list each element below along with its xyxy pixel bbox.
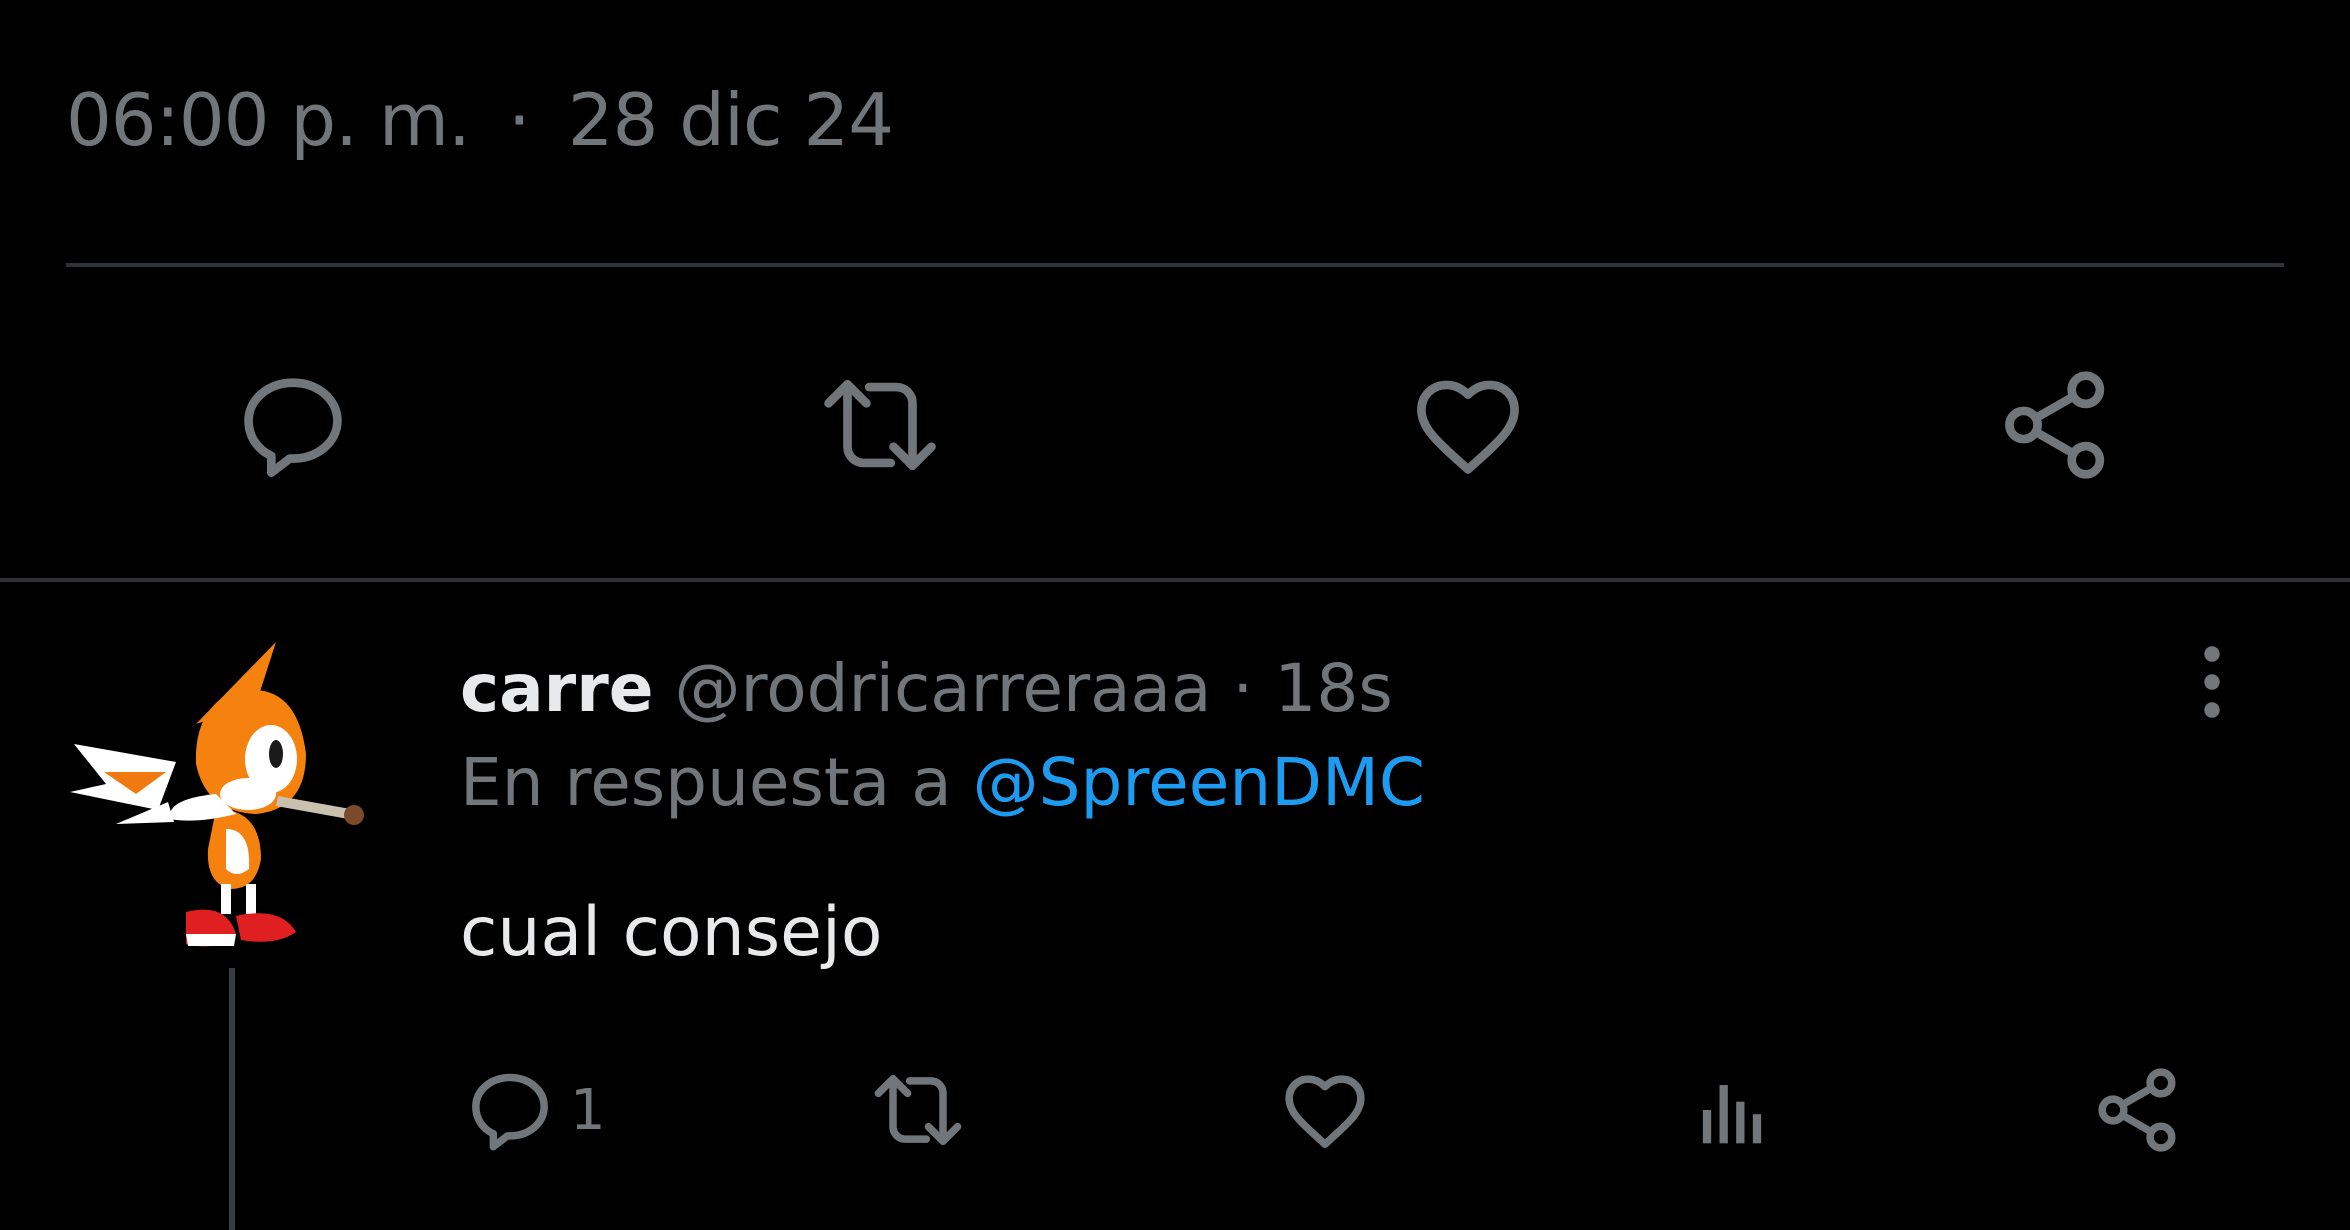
display-name[interactable]: carre <box>460 650 654 727</box>
tweet-date: 28 dic 24 <box>567 78 894 162</box>
retweet-icon[interactable] <box>815 360 945 490</box>
handle[interactable]: @rodricarreraaa <box>675 650 1212 727</box>
mention-link[interactable]: @SpreenDMC <box>973 744 1425 821</box>
reply-icon[interactable] <box>228 360 358 490</box>
reply-count: 1 <box>570 1077 606 1143</box>
thread-line <box>229 968 235 1230</box>
more-options-icon[interactable] <box>2186 640 2238 724</box>
header-separator: · <box>1232 650 1254 727</box>
in-reply-to: En respuesta a @SpreenDMC <box>460 744 1425 821</box>
in-reply-prefix: En respuesta a <box>460 744 952 821</box>
tweet-text: cual consejo <box>460 893 883 972</box>
reply-action-button[interactable]: 1 <box>460 1060 606 1160</box>
reply-age: 18s <box>1274 650 1393 727</box>
share-action-icon[interactable] <box>2088 1060 2188 1160</box>
reply-header: carre @rodricarreraaa · 18s <box>460 650 1393 727</box>
analytics-icon[interactable] <box>1682 1060 1782 1160</box>
reply-bubble-icon <box>460 1060 560 1160</box>
retweet-action-icon[interactable] <box>868 1060 968 1160</box>
tweet-divider <box>0 578 2350 582</box>
avatar[interactable] <box>66 634 376 954</box>
tweet-timestamp: 06:00 p. m. · 28 dic 24 <box>66 78 894 162</box>
like-icon[interactable] <box>1403 360 1533 490</box>
tweet-time: 06:00 p. m. <box>66 78 471 162</box>
timestamp-divider <box>66 263 2284 267</box>
like-action-icon[interactable] <box>1275 1060 1375 1160</box>
timestamp-separator: · <box>507 78 531 162</box>
share-icon[interactable] <box>1991 360 2121 490</box>
